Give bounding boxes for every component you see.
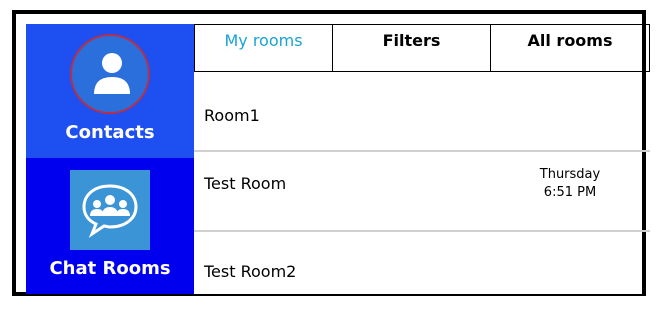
room-name: Room1 <box>204 106 260 125</box>
room-tabs: My rooms Filters All rooms <box>194 24 650 72</box>
room-name: Test Room <box>204 174 287 193</box>
timestamp-time: 6:51 PM <box>543 185 597 200</box>
tab-all-rooms[interactable]: All rooms <box>491 24 650 72</box>
room-timestamp: Thursday 6:51 PM <box>520 166 620 202</box>
room-row[interactable]: Test Room2 <box>194 232 650 306</box>
tab-filters[interactable]: Filters <box>333 24 491 72</box>
sidebar-label-chat-rooms: Chat Rooms <box>49 258 171 279</box>
timestamp-day: Thursday <box>539 167 601 182</box>
app-frame: Contacts Chat Rooms My rooms Filters All… <box>12 10 650 296</box>
tab-my-rooms[interactable]: My rooms <box>194 24 333 72</box>
room-row[interactable]: Test Room Thursday 6:51 PM <box>194 152 650 232</box>
room-list: Room1 Test Room Thursday 6:51 PM Test Ro… <box>194 72 650 306</box>
room-name: Test Room2 <box>204 262 297 281</box>
sidebar-label-contacts: Contacts <box>65 122 155 143</box>
chat-group-icon <box>70 170 150 250</box>
room-row[interactable]: Room1 <box>194 72 650 152</box>
person-icon <box>70 34 150 114</box>
app-content: Contacts Chat Rooms My rooms Filters All… <box>26 24 650 294</box>
sidebar: Contacts Chat Rooms <box>26 24 194 294</box>
sidebar-item-chat-rooms[interactable]: Chat Rooms <box>26 158 194 294</box>
sidebar-item-contacts[interactable]: Contacts <box>26 24 194 158</box>
